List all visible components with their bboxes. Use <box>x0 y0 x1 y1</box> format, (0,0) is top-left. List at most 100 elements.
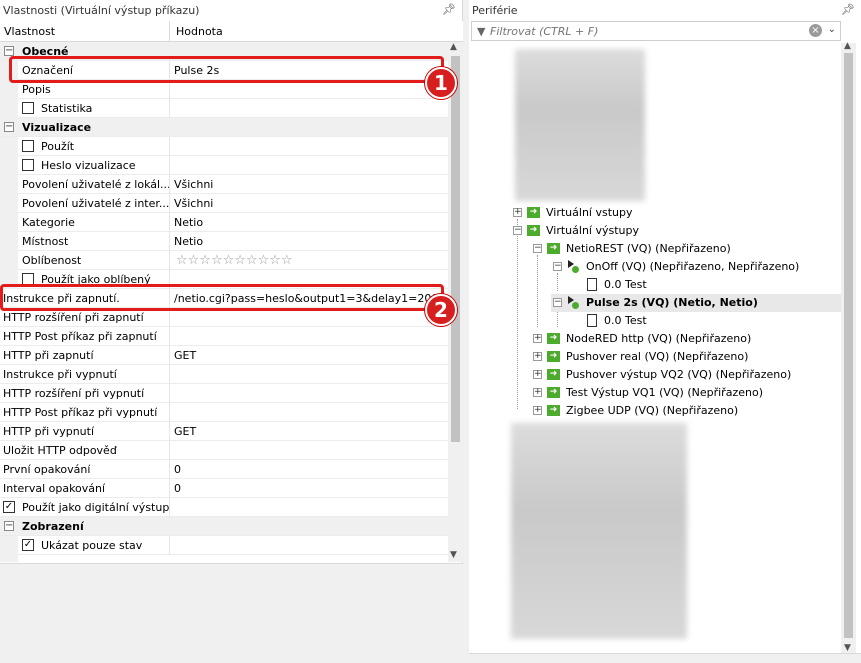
category-label: Vizualizace <box>22 121 92 134</box>
rating-stars-icon[interactable]: ☆☆☆☆☆☆☆☆☆☆ <box>176 253 293 268</box>
tree-node-test-vq1[interactable]: + ➜ Test Výstup VQ1 (VQ) (Nepřiřazeno) <box>531 384 841 402</box>
property-value-select[interactable]: GET <box>174 349 444 362</box>
property-value-input[interactable]: 0 <box>174 463 444 476</box>
tree-node-test-2[interactable]: 0.0 Test <box>571 312 841 330</box>
annotation-highlight-1 <box>9 56 444 83</box>
property-row-digital-output[interactable]: ✓ Použít jako digitální výstup <box>0 498 448 517</box>
scroll-down-icon[interactable]: ▼ <box>450 550 457 560</box>
property-row-local-users[interactable]: Povolení uživatelé z lokál... Všichni <box>0 175 448 194</box>
filter-box: ▼ × ⌄ <box>471 21 841 41</box>
annotation-highlight-2 <box>0 284 444 311</box>
property-row-repeat-interval[interactable]: Interval opakování 0 <box>0 479 448 498</box>
cell-divider <box>169 99 170 118</box>
tree-node-nodered[interactable]: + ➜ NodeRED http (VQ) (Nepřiřazeno) <box>531 330 841 348</box>
digital-output-checkbox[interactable]: ✓ <box>3 501 15 513</box>
document-icon <box>587 278 597 291</box>
tree-node-onoff[interactable]: − OnOff (VQ) (Nepřiřazeno, Nepřiřazeno) <box>551 258 841 276</box>
row-gutter <box>0 232 18 251</box>
property-row-off-http-post[interactable]: HTTP Post příkaz při vypnutí <box>0 403 448 422</box>
category-visualization[interactable]: − Vizualizace <box>0 118 448 137</box>
property-row-kategorie[interactable]: Kategorie Netio <box>0 213 448 232</box>
tree-guide <box>537 255 538 327</box>
chevron-down-icon[interactable]: ⌄ <box>828 24 836 35</box>
expand-icon[interactable]: + <box>533 334 542 343</box>
property-name: Ukázat pouze stav <box>41 539 143 552</box>
cell-divider <box>169 194 170 213</box>
property-row-first-repeat[interactable]: První opakování 0 <box>0 460 448 479</box>
property-row-off-http-method[interactable]: HTTP při vypnutí GET <box>0 422 448 441</box>
scroll-up-icon[interactable]: ▲ <box>450 42 457 52</box>
row-gutter <box>0 194 18 213</box>
collapse-icon[interactable]: − <box>533 244 542 253</box>
heslo-checkbox[interactable] <box>22 159 34 171</box>
property-row-pouzit[interactable]: Použít <box>0 137 448 156</box>
filter-input[interactable] <box>490 24 810 39</box>
property-value-select[interactable]: Netio <box>174 216 444 229</box>
virtual-group-icon: ➜ <box>527 207 540 218</box>
virtual-group-icon: ➜ <box>527 225 540 236</box>
property-row-internet-users[interactable]: Povolení uživatelé z inter... Všichni <box>0 194 448 213</box>
property-row-save-response[interactable]: Uložit HTTP odpověď <box>0 441 448 460</box>
expand-icon[interactable]: + <box>533 352 542 361</box>
expand-icon[interactable]: + <box>513 208 522 217</box>
tree-node-netiorest[interactable]: − ➜ NetioREST (VQ) (Nepřiřazeno) <box>531 240 841 258</box>
collapse-icon[interactable]: − <box>4 521 14 531</box>
property-row-partial <box>0 555 448 562</box>
tree-node-test-1[interactable]: 0.0 Test <box>571 276 841 294</box>
expand-icon[interactable]: + <box>533 370 542 379</box>
property-value-select[interactable]: Všichni <box>174 178 444 191</box>
show-state-checkbox[interactable]: ✓ <box>22 539 34 551</box>
tree-node-label: NetioREST (VQ) (Nepřiřazeno) <box>566 242 731 255</box>
tree-node-pushover-real[interactable]: + ➜ Pushover real (VQ) (Nepřiřazeno) <box>531 348 841 366</box>
tree-node-label: OnOff (VQ) (Nepřiřazeno, Nepřiřazeno) <box>586 260 800 273</box>
peripherals-bottom-bar <box>469 653 861 663</box>
property-row-heslo[interactable]: Heslo vizualizace <box>0 156 448 175</box>
property-value-select[interactable]: Netio <box>174 235 444 248</box>
scroll-down-icon[interactable]: ▼ <box>844 643 851 653</box>
cell-divider <box>169 137 170 156</box>
collapse-icon[interactable]: − <box>513 226 522 235</box>
collapse-icon[interactable]: − <box>553 298 562 307</box>
tree-node-pulse-2s[interactable]: − Pulse 2s (VQ) (Netio, Netio) <box>551 294 841 312</box>
category-display[interactable]: − Zobrazení <box>0 517 448 536</box>
clear-filter-icon[interactable]: × <box>809 24 822 37</box>
tree-node-zigbee-udp[interactable]: + ➜ Zigbee UDP (VQ) (Nepřiřazeno) <box>531 402 841 420</box>
tree-node-virtual-inputs[interactable]: + ➜ Virtuální vstupy <box>511 204 841 222</box>
property-value-select[interactable]: Všichni <box>174 197 444 210</box>
tree-node-label: Pulse 2s (VQ) (Netio, Netio) <box>586 296 758 309</box>
tree-node-pushover-vq2[interactable]: + ➜ Pushover výstup VQ2 (VQ) (Nepřiřazen… <box>531 366 841 384</box>
scroll-up-icon[interactable]: ▲ <box>844 41 851 51</box>
expand-icon[interactable]: + <box>533 406 542 415</box>
column-divider[interactable] <box>169 21 170 42</box>
pin-icon[interactable]: 📌︎ <box>442 3 456 16</box>
tree-node-label: Virtuální výstupy <box>546 224 639 237</box>
property-value-input[interactable]: 0 <box>174 482 444 495</box>
property-value-select[interactable]: GET <box>174 425 444 438</box>
property-description-pane <box>0 563 463 663</box>
statistika-checkbox[interactable] <box>22 102 34 114</box>
pouzit-checkbox[interactable] <box>22 140 34 152</box>
collapse-icon[interactable]: − <box>4 122 14 132</box>
expand-icon[interactable]: + <box>533 388 542 397</box>
collapse-icon[interactable]: − <box>553 262 562 271</box>
property-row-on-http-method[interactable]: HTTP při zapnutí GET <box>0 346 448 365</box>
property-row-show-state[interactable]: ✓ Ukázat pouze stav <box>0 536 448 555</box>
collapse-icon[interactable]: − <box>4 46 14 56</box>
cell-divider <box>169 498 170 517</box>
property-row-off-http-ext[interactable]: HTTP rozšíření při vypnutí <box>0 384 448 403</box>
scrollbar-thumb[interactable] <box>844 53 853 638</box>
tree-node-label: NodeRED http (VQ) (Nepřiřazeno) <box>566 332 752 345</box>
property-row-off-instruction[interactable]: Instrukce při vypnutí <box>0 365 448 384</box>
pin-icon[interactable]: 📌︎ <box>841 3 855 16</box>
property-row-on-http-post[interactable]: HTTP Post příkaz při zapnutí <box>0 327 448 346</box>
peripherals-scrollbar[interactable]: ▲ ▼ <box>841 41 856 653</box>
scrollbar-thumb[interactable] <box>451 56 460 442</box>
cell-divider <box>169 156 170 175</box>
tree-node-virtual-outputs[interactable]: − ➜ Virtuální výstupy <box>511 222 841 240</box>
tree-node-label: Pushover real (VQ) (Nepřiřazeno) <box>566 350 749 363</box>
property-row-oblibenost[interactable]: Oblíbenost ☆☆☆☆☆☆☆☆☆☆ <box>0 251 448 270</box>
virtual-output-icon <box>566 259 580 273</box>
property-row-statistika[interactable]: Statistika <box>0 99 448 118</box>
cell-divider <box>169 441 170 460</box>
property-row-mistnost[interactable]: Místnost Netio <box>0 232 448 251</box>
